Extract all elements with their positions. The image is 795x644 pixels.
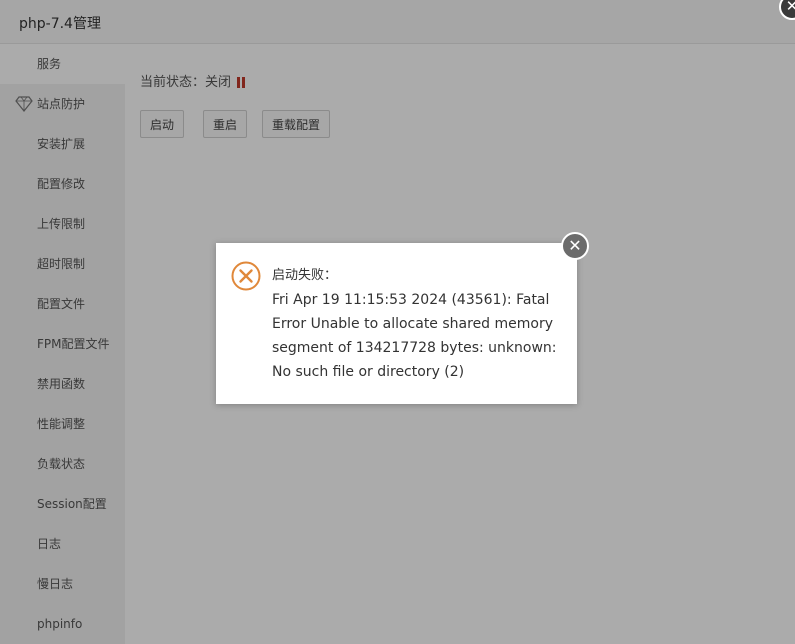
dialog-close-icon[interactable]: ✕ — [561, 232, 589, 260]
error-text: 启动失败： Fri Apr 19 11:15:53 2024 (43561): … — [272, 264, 557, 384]
error-dialog: 启动失败： Fri Apr 19 11:15:53 2024 (43561): … — [216, 243, 577, 404]
error-title: 启动失败： — [272, 268, 338, 283]
error-message: Fri Apr 19 11:15:53 2024 (43561): Fatal … — [272, 292, 557, 380]
error-circle-icon — [231, 261, 261, 291]
